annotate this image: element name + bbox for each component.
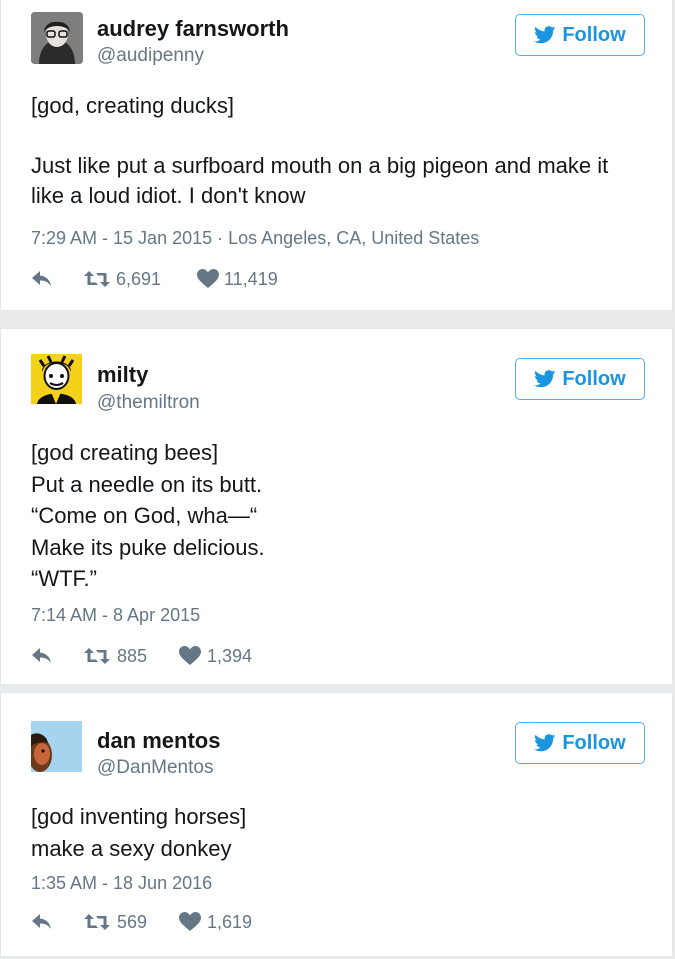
like-count: 1,619 [207,912,253,932]
heart-icon[interactable] [197,269,219,289]
tweet-timestamp[interactable]: 7:29 AM - 15 Jan 2015 · Los Angeles, CA,… [31,228,479,249]
tweet-actions: 6,691 11,419 [31,267,431,291]
reply-icon[interactable] [31,270,53,288]
tweet-line: make a sexy donkey [31,836,232,861]
retweet-icon[interactable] [83,269,111,289]
tweet-actions: 885 1,394 [31,644,431,668]
heart-icon[interactable] [179,912,201,932]
avatar[interactable] [31,12,83,64]
retweet-icon[interactable] [83,646,111,666]
user-handle[interactable]: @themiltron [97,392,200,414]
follow-button[interactable]: Follow [515,358,645,400]
twitter-bird-icon [534,370,556,388]
display-name[interactable]: audrey farnsworth [97,16,289,42]
tweet-line: Make its puke delicious. [31,534,265,560]
tweet-line [31,121,608,151]
avatar[interactable] [31,354,82,404]
tweet-text: [god creating bees] Put a needle on its … [31,437,265,595]
tweet-line: Just like put a surfboard mouth on a big… [31,153,609,178]
tweet-line: [god inventing horses] [31,804,247,829]
tweet-text: [god, creating ducks] Just like put a su… [31,91,608,211]
tweet-line: “Come on God, wha—“ [31,503,258,528]
tweet-line: “WTF.” [31,566,97,591]
tweet-timestamp[interactable]: 1:35 AM - 18 Jun 2016 [31,873,212,894]
follow-button[interactable]: Follow [515,722,645,764]
user-handle[interactable]: @audipenny [97,45,204,67]
tweet-card: milty @themiltron Follow [god creating b… [0,328,673,685]
like-count: 1,394 [207,646,253,666]
tweet-line: Put a needle on its butt. [31,471,263,497]
twitter-bird-icon [534,26,556,44]
follow-label: Follow [562,367,626,390]
retweet-count: 885 [117,646,148,666]
reply-icon[interactable] [31,647,53,665]
heart-icon[interactable] [179,646,201,666]
tweet-timestamp[interactable]: 7:14 AM - 8 Apr 2015 [31,605,200,626]
follow-label: Follow [562,23,626,46]
twitter-bird-icon [534,734,556,752]
display-name[interactable]: dan mentos [97,728,220,754]
user-handle[interactable]: @DanMentos [97,757,213,779]
tweet-line: like a loud idiot. I don't know [31,183,306,208]
display-name[interactable]: milty [97,362,148,388]
tweet-line: [god, creating ducks] [31,93,235,118]
tweet-card: audrey farnsworth @audipenny Follow [god… [0,0,673,311]
follow-label: Follow [562,731,626,754]
tweet-text: [god inventing horses] make a sexy donke… [31,801,246,865]
reply-icon[interactable] [31,913,53,931]
tweet-card: dan mentos @DanMentos Follow [god invent… [0,692,673,957]
like-count: 11,419 [224,269,278,289]
avatar[interactable] [31,721,82,772]
tweet-line: [god creating bees] [31,440,219,465]
retweet-count: 569 [117,912,148,932]
tweet-actions: 569 1,619 [31,910,431,934]
retweet-icon[interactable] [83,912,111,932]
follow-button[interactable]: Follow [515,14,645,56]
retweet-count: 6,691 [116,269,162,289]
